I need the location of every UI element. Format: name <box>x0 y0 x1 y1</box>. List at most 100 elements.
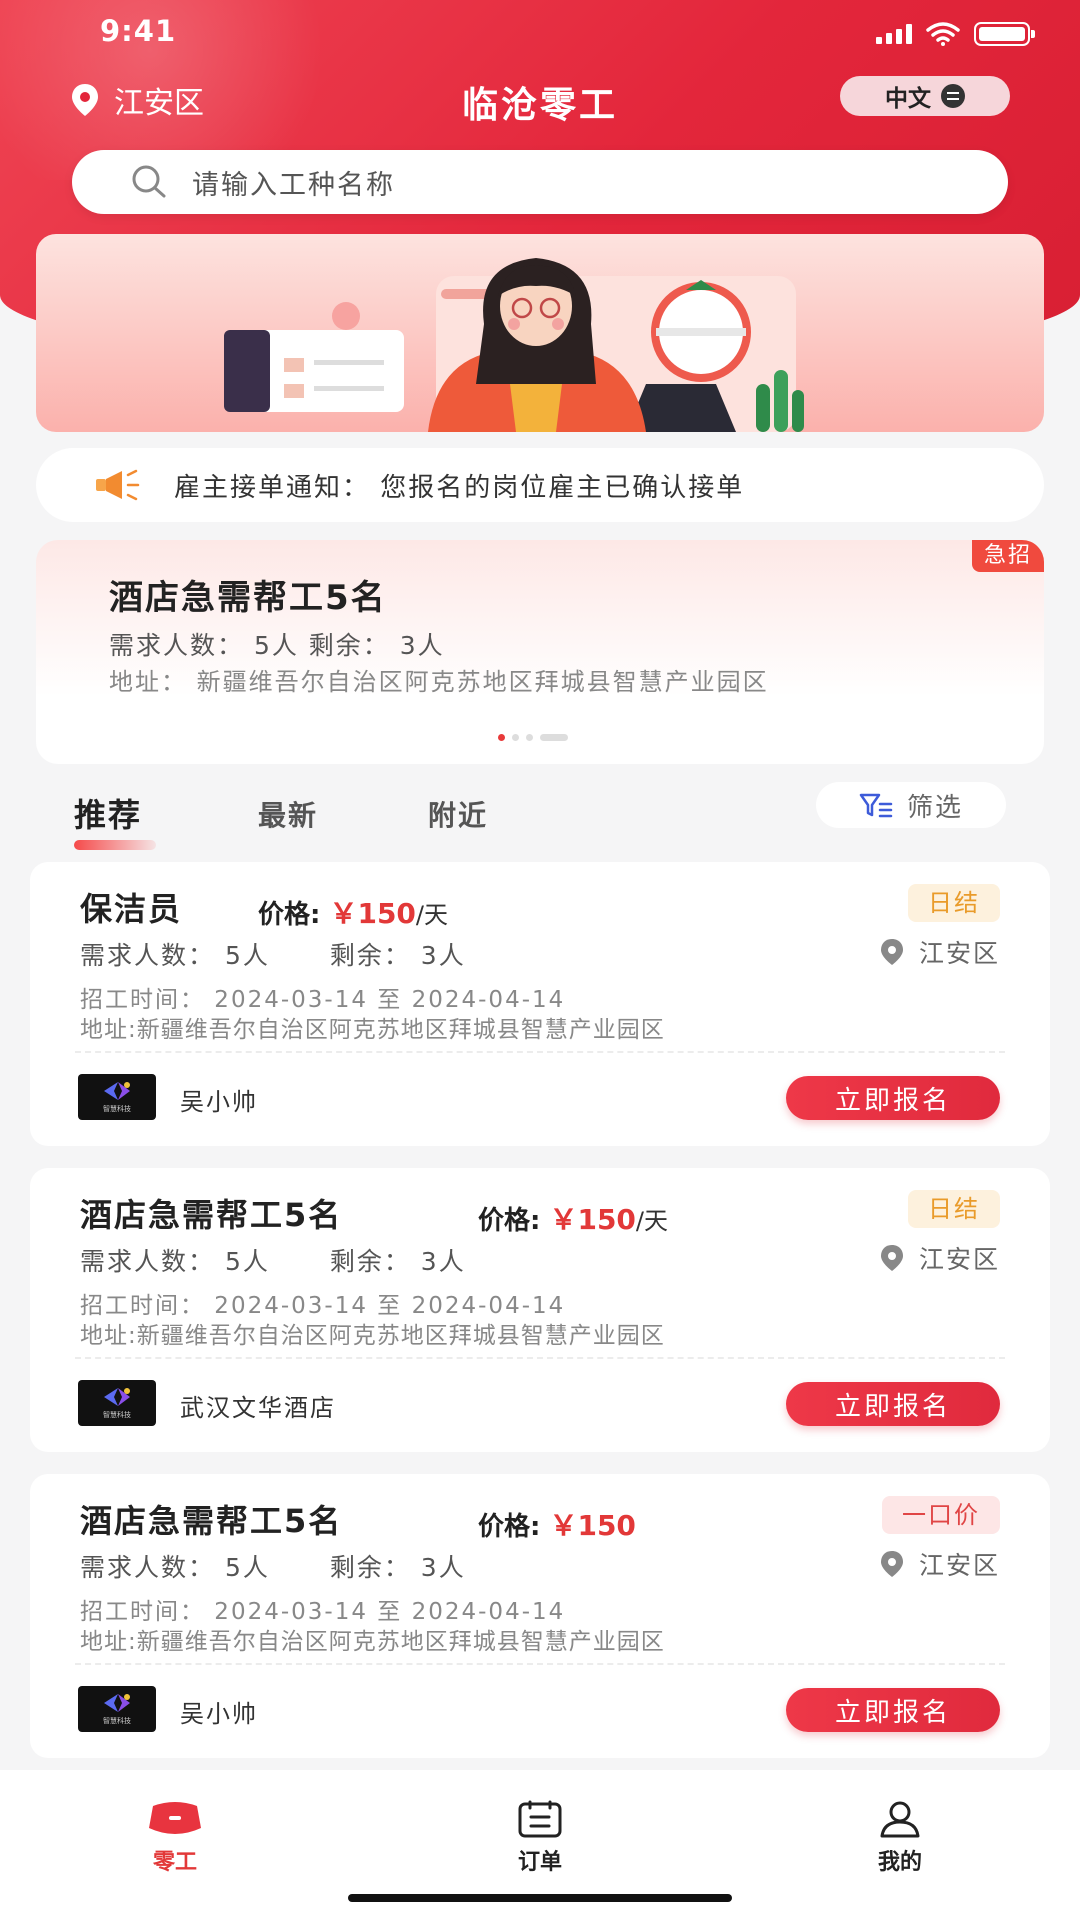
divider <box>75 1663 1005 1665</box>
job-card[interactable]: 保洁员 价格: ￥150/天 日结 需求人数： 5人 剩余： 3人 江安区 招工时… <box>30 862 1050 1146</box>
job-requirement: 需求人数： 5人 剩余： 3人 <box>80 1242 466 1278</box>
price-amount: ￥150 <box>549 1203 636 1236</box>
job-location: 江安区 <box>879 1240 1000 1276</box>
filter-button[interactable]: 筛选 <box>816 782 1006 828</box>
profile-icon <box>880 1801 920 1838</box>
employer-name: 吴小帅 <box>180 1088 258 1116</box>
tab-latest-label: 最新 <box>258 799 319 832</box>
home-indicator[interactable] <box>348 1894 732 1902</box>
pay-type-badge: 一口价 <box>882 1496 1000 1534</box>
status-icons <box>876 22 1035 46</box>
apply-button[interactable]: 立即报名 <box>786 1688 1000 1732</box>
job-title: 酒店急需帮工5名 <box>80 1502 343 1540</box>
wifi-icon <box>926 22 960 46</box>
location-pin-icon <box>880 939 903 965</box>
megaphone-icon <box>96 469 140 501</box>
filter-icon <box>859 793 893 818</box>
featured-job-requirement: 需求人数： 5人 剩余： 3人 <box>109 631 445 660</box>
job-requirement: 需求人数： 5人 剩余： 3人 <box>80 936 466 972</box>
job-title: 保洁员 <box>80 890 183 928</box>
notification-text: 雇主接单通知： 您报名的岗位雇主已确认接单 <box>174 472 745 503</box>
urgent-badge: 急招 <box>971 540 1044 572</box>
search-icon <box>132 165 166 198</box>
job-card[interactable]: 酒店急需帮工5名 价格: ￥150/天 日结 需求人数： 5人 剩余： 3人 江安… <box>30 1168 1050 1452</box>
job-period: 招工时间： 2024-03-14 至 2024-04-14 <box>80 1599 566 1625</box>
job-tabs: 推荐 最新 附近 筛选 <box>0 782 1080 850</box>
logo-caption: 智慧科技 <box>103 1411 131 1419</box>
nav-label-profile: 我的 <box>877 1850 922 1875</box>
tab-recommended[interactable]: 推荐 <box>74 790 156 850</box>
nav-item-profile[interactable]: 我的 <box>840 1800 960 1876</box>
job-period: 招工时间： 2024-03-14 至 2024-04-14 <box>80 987 566 1013</box>
need-count: 需求人数： 5人 <box>80 1247 270 1276</box>
logo-caption: 智慧科技 <box>103 1105 131 1113</box>
price-amount: ￥150 <box>549 1509 636 1542</box>
pay-type-badge: 日结 <box>908 884 1000 922</box>
price-label: 价格: <box>478 1512 541 1542</box>
banner-illustration <box>224 258 804 432</box>
job-price: 价格: ￥150 <box>478 1504 636 1544</box>
tab-latest[interactable]: 最新 <box>258 794 318 834</box>
carousel-indicator <box>498 734 568 741</box>
job-card[interactable]: 酒店急需帮工5名 价格: ￥150 一口价 需求人数： 5人 剩余： 3人 江安区… <box>30 1474 1050 1758</box>
nav-label-orders: 订单 <box>517 1850 562 1875</box>
search-placeholder: 请输入工种名称 <box>192 169 395 201</box>
job-district: 江安区 <box>918 1245 1000 1274</box>
active-tab-indicator <box>74 840 156 850</box>
company-logo-icon <box>104 1082 130 1100</box>
job-address: 地址:新疆维吾尔自治区阿克苏地区拜城县智慧产业园区 <box>80 1323 665 1349</box>
promo-banner[interactable] <box>36 234 1044 432</box>
tab-nearby-label: 附近 <box>428 799 489 832</box>
featured-job-card[interactable]: 急招 酒店急需帮工5名 需求人数： 5人 剩余： 3人 地址： 新疆维吾尔自治区… <box>36 540 1044 764</box>
job-price: 价格: ￥150/天 <box>258 892 448 932</box>
employer-logo: 智慧科技 <box>78 1380 156 1426</box>
location-pin-icon <box>880 1551 903 1577</box>
top-bar: 江安区 临沧零工 中文 <box>0 70 1080 160</box>
tab-nearby[interactable]: 附近 <box>428 794 488 834</box>
search-input[interactable]: 请输入工种名称 <box>72 150 1008 214</box>
nav-item-gig[interactable]: 零工 <box>115 1800 235 1876</box>
pay-type-badge: 日结 <box>908 1190 1000 1228</box>
battery-icon <box>974 22 1035 46</box>
company-logo-icon <box>104 1694 130 1712</box>
price-label: 价格: <box>258 900 321 930</box>
job-address: 地址:新疆维吾尔自治区阿克苏地区拜城县智慧产业园区 <box>80 1629 665 1655</box>
price-label: 价格: <box>478 1206 541 1236</box>
apply-button[interactable]: 立即报名 <box>786 1076 1000 1120</box>
job-district: 江安区 <box>918 1551 1000 1580</box>
logo-caption: 智慧科技 <box>103 1717 131 1725</box>
featured-job-title: 酒店急需帮工5名 <box>109 578 387 618</box>
job-period: 招工时间： 2024-03-14 至 2024-04-14 <box>80 1293 566 1319</box>
language-switch-icon <box>941 84 965 108</box>
remaining-count: 剩余： 3人 <box>329 1247 466 1276</box>
filter-label: 筛选 <box>906 792 963 823</box>
employer-logo: 智慧科技 <box>78 1074 156 1120</box>
job-address: 地址:新疆维吾尔自治区阿克苏地区拜城县智慧产业园区 <box>80 1017 665 1043</box>
divider <box>75 1051 1005 1053</box>
job-title: 酒店急需帮工5名 <box>80 1196 343 1234</box>
order-icon <box>518 1800 562 1838</box>
job-location: 江安区 <box>879 1546 1000 1582</box>
job-price: 价格: ￥150/天 <box>478 1198 668 1238</box>
nav-label-gig: 零工 <box>152 1850 197 1875</box>
price-unit: /天 <box>635 1207 669 1235</box>
price-amount: ￥150 <box>329 897 416 930</box>
employer-name: 武汉文华酒店 <box>180 1394 336 1422</box>
status-bar: 9:41 <box>0 0 1080 70</box>
job-location: 江安区 <box>879 934 1000 970</box>
language-switch[interactable]: 中文 <box>840 76 1010 116</box>
divider <box>75 1357 1005 1359</box>
featured-job-address: 地址： 新疆维吾尔自治区阿克苏地区拜城县智慧产业园区 <box>109 668 769 696</box>
status-time: 9:41 <box>100 14 177 48</box>
employer-logo: 智慧科技 <box>78 1686 156 1732</box>
gig-icon <box>149 1802 201 1834</box>
signal-icon <box>876 24 912 44</box>
need-count: 需求人数： 5人 <box>80 1553 270 1582</box>
remaining-count: 剩余： 3人 <box>329 1553 466 1582</box>
apply-button[interactable]: 立即报名 <box>786 1382 1000 1426</box>
location-pin-icon <box>880 1245 903 1271</box>
nav-item-orders[interactable]: 订单 <box>480 1800 600 1876</box>
need-count: 需求人数： 5人 <box>80 941 270 970</box>
notification-bar[interactable]: 雇主接单通知： 您报名的岗位雇主已确认接单 <box>36 448 1044 522</box>
tab-recommended-label: 推荐 <box>74 796 143 834</box>
